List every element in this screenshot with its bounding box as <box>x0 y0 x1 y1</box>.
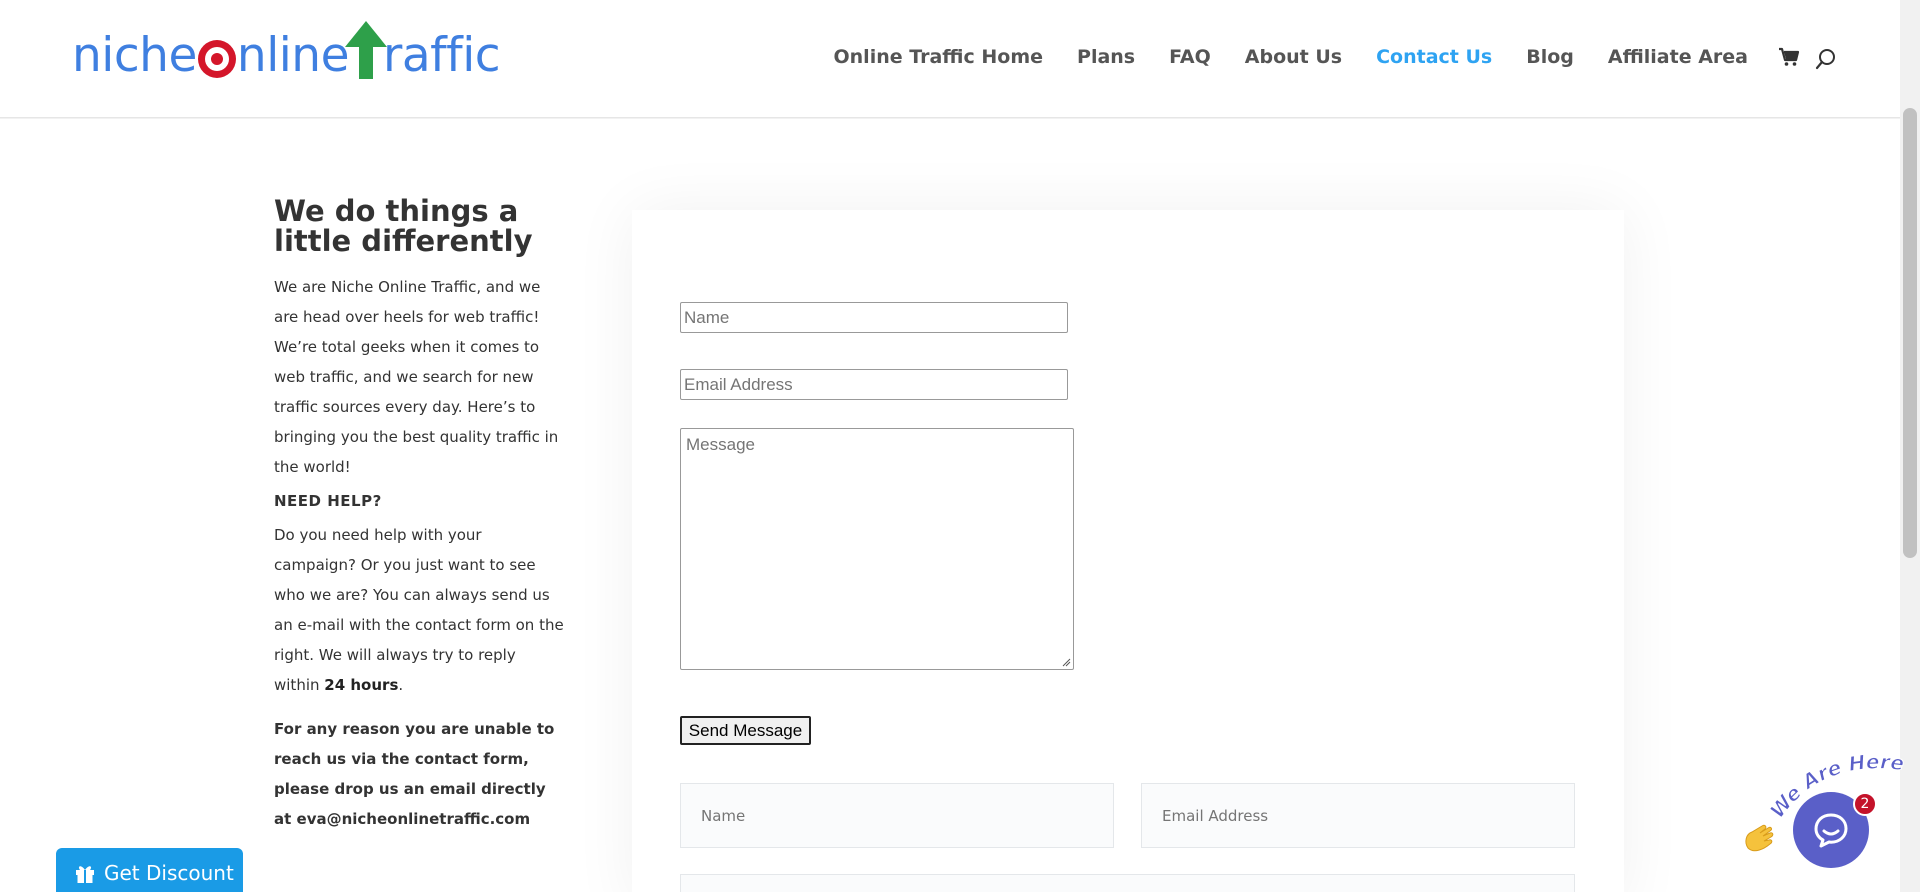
up-arrow-icon <box>345 21 388 79</box>
search-icon[interactable] <box>1815 48 1837 70</box>
get-discount-label: Get Discount <box>104 861 234 885</box>
intro-text: We are Niche Online Traffic, and we are … <box>274 278 559 476</box>
nav-item-faq[interactable]: FAQ <box>1169 46 1211 68</box>
cart-icon[interactable] <box>1778 47 1800 67</box>
about-column: We do things a little differently We are… <box>274 196 564 834</box>
nav-item-plans[interactable]: Plans <box>1077 46 1135 68</box>
chat-widget[interactable]: We Are Here! 2 <box>1740 750 1906 870</box>
email-input[interactable] <box>684 374 1064 395</box>
nav-item-about-us[interactable]: About Us <box>1245 46 1342 68</box>
message-textarea[interactable] <box>686 435 1068 663</box>
name-field-2[interactable] <box>680 783 1114 848</box>
name-input-2[interactable] <box>701 806 1093 825</box>
nav-item-online-traffic-home[interactable]: Online Traffic Home <box>834 46 1044 68</box>
help-text: Do you need help with your campaign? Or … <box>274 520 564 700</box>
message-field-2[interactable] <box>680 874 1575 892</box>
name-input[interactable] <box>684 307 1064 328</box>
main-nav: Online Traffic Home Plans FAQ About Us C… <box>800 46 1801 68</box>
scrollbar-thumb[interactable] <box>1903 108 1917 558</box>
need-help-heading: NEED HELP? <box>274 492 382 510</box>
email-input-2[interactable] <box>1162 806 1554 825</box>
help-text-end: . <box>398 676 404 694</box>
resize-grip-icon[interactable] <box>1061 657 1071 667</box>
gift-icon <box>74 862 96 884</box>
nav-item-contact-us[interactable]: Contact Us <box>1376 46 1492 68</box>
help-text-body: Do you need help with your campaign? Or … <box>274 526 564 694</box>
chat-bubble-icon <box>1814 813 1848 848</box>
site-header: niche nline raffic Online Traffic Home Pla… <box>0 0 1900 118</box>
target-icon <box>197 40 236 78</box>
email-field-2[interactable] <box>1141 783 1575 848</box>
message-field[interactable] <box>680 428 1074 670</box>
nav-item-affiliate-area[interactable]: Affiliate Area <box>1608 46 1748 68</box>
name-field[interactable] <box>680 302 1068 333</box>
chat-unread-badge: 2 <box>1853 792 1877 816</box>
logo-wordmark: niche nline raffic <box>72 21 501 86</box>
site-logo[interactable]: niche nline raffic <box>72 16 501 86</box>
page-title: We do things a little differently <box>274 194 533 258</box>
waving-hand-icon <box>1745 824 1774 852</box>
get-discount-button[interactable]: Get Discount <box>56 848 243 892</box>
reply-time: 24 hours <box>324 676 399 694</box>
email-note: For any reason you are unable to reach u… <box>274 720 555 828</box>
email-field[interactable] <box>680 369 1068 400</box>
send-message-button[interactable]: Send Message <box>680 716 811 745</box>
nav-item-blog[interactable]: Blog <box>1526 46 1574 68</box>
